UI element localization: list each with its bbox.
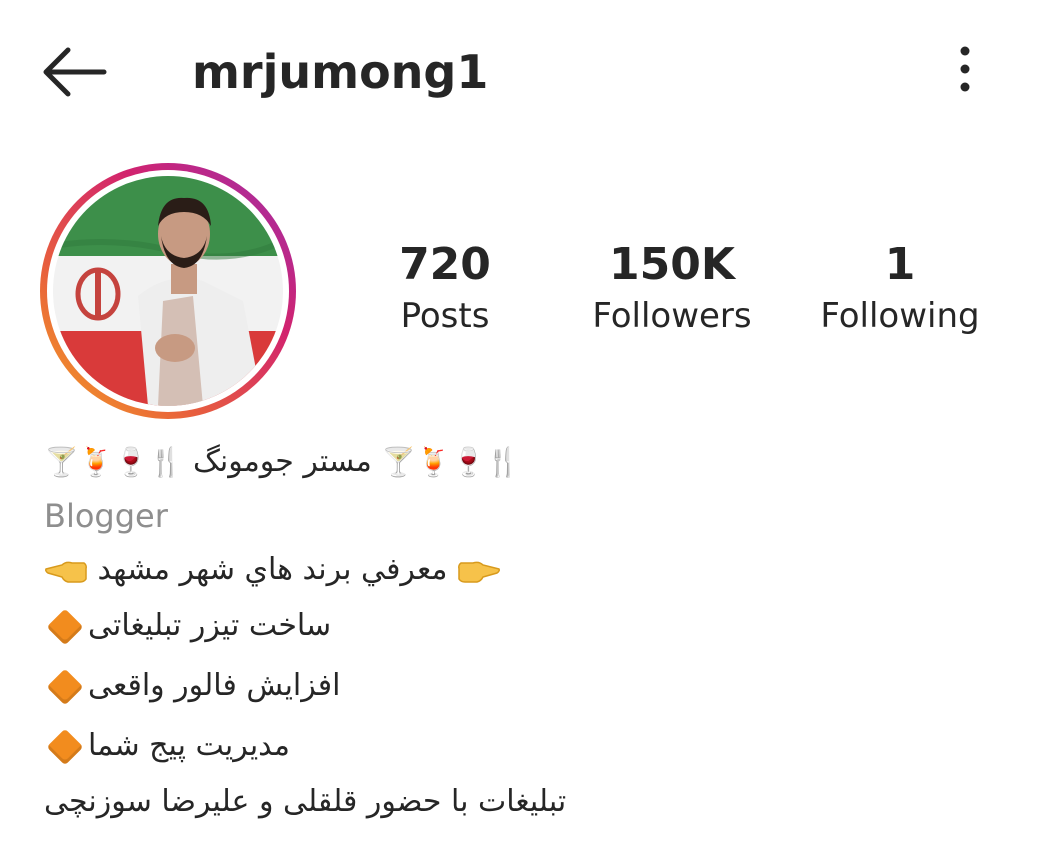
bio-line-2-text: ساخت تیزر تبلیغاتی [88,608,332,643]
bio-line-3: افزایش فالور واقعی [44,664,340,708]
posts-label: Posts [400,296,490,336]
bio-display-name: 🍸🍹🍷🍴 مستر جومونگ 🍸🍹🍷🍴 [44,440,521,485]
bio-line-3-text: افزایش فالور واقعی [88,668,341,703]
bio-line-5-text: تبلیغات با حضور قلقلی و علیرضا سوزنچی [44,784,567,819]
posts-stat[interactable]: 720 Posts [370,236,520,338]
pointing-right-hand-icon [458,561,501,583]
bio-line-4: مدیریت پیج شما [44,724,290,768]
top-bar: mrjumong1 [0,0,1050,140]
arrow-left-icon[interactable] [40,44,108,100]
drink-emoji-group-right: 🍸🍹🍷🍴 [381,445,521,479]
profile-photo [53,176,283,406]
bio-line-1: معرفي برند هاي شهر مشهد [44,548,501,592]
profile-category: Blogger [44,497,168,535]
drink-emoji-group-left: 🍸🍹🍷🍴 [44,445,184,479]
followers-stat[interactable]: 150K Followers [582,236,762,338]
orange-diamond-icon [46,668,84,705]
followers-count: 150K [609,239,735,290]
bio-line-4-text: مدیریت پیج شما [88,728,290,763]
display-name: مستر جومونگ [193,444,372,479]
following-count: 1 [884,239,916,290]
bio-line-5: تبلیغات با حضور قلقلی و علیرضا سوزنچی [44,780,566,824]
avatar[interactable] [40,163,296,419]
avatar-border [47,170,289,412]
bio-line-1-text: معرفي برند هاي شهر مشهد [97,552,448,587]
following-label: Following [820,296,980,336]
followers-label: Followers [592,296,752,336]
orange-diamond-icon [46,608,84,645]
pointing-left-hand-icon [45,561,87,583]
bio-line-2: ساخت تیزر تبلیغاتی [44,604,331,648]
following-stat[interactable]: 1 Following [815,236,985,338]
profile-photo-image [53,176,283,406]
profile-username: mrjumong1 [192,45,489,99]
orange-diamond-icon [46,728,84,765]
more-vertical-icon[interactable] [950,44,980,94]
posts-count: 720 [399,239,491,290]
